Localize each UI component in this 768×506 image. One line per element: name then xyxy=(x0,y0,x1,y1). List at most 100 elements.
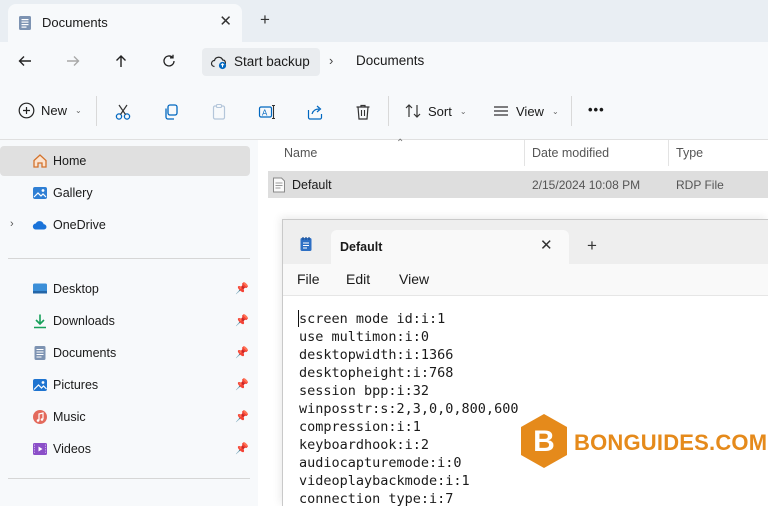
toolbar-divider xyxy=(571,96,572,126)
pin-icon[interactable]: 📌 xyxy=(235,378,249,391)
notepad-tab-default[interactable]: Default ✕ xyxy=(331,230,569,264)
forward-arrow-icon[interactable] xyxy=(62,50,84,72)
breadcrumb-current[interactable]: Documents xyxy=(356,53,424,68)
cut-icon[interactable] xyxy=(113,102,133,122)
new-label: New xyxy=(41,103,68,118)
close-tab-icon[interactable]: ✕ xyxy=(219,12,232,30)
menu-file[interactable]: File xyxy=(297,271,320,287)
breadcrumb-chevron-icon[interactable]: › xyxy=(329,53,333,68)
cloud-backup-icon xyxy=(210,54,228,73)
address-bar-row: Start backup › Documents xyxy=(0,42,768,82)
start-backup-label: Start backup xyxy=(234,54,310,69)
sidebar-item-documents[interactable]: Documents 📌 xyxy=(0,338,250,368)
sidebar-item-label: Desktop xyxy=(53,282,99,296)
new-button[interactable]: New ⌄ xyxy=(18,102,82,119)
sidebar-item-gallery[interactable]: Gallery xyxy=(0,178,250,208)
text-line: use multimon:i:0 xyxy=(299,329,430,345)
sidebar-divider xyxy=(8,478,250,479)
sort-label: Sort xyxy=(428,103,452,119)
close-tab-icon[interactable]: ✕ xyxy=(540,236,553,254)
up-arrow-icon[interactable] xyxy=(110,50,132,72)
copy-icon[interactable] xyxy=(161,102,181,122)
pin-icon[interactable]: 📌 xyxy=(235,410,249,423)
sidebar-item-downloads[interactable]: Downloads 📌 xyxy=(0,306,250,336)
music-icon xyxy=(32,409,48,425)
command-bar: New ⌄ A Sort ⌄ View ⌄ ••• xyxy=(0,82,768,140)
sidebar-item-label: Gallery xyxy=(53,186,93,200)
notepad-tab-title: Default xyxy=(340,240,383,254)
text-line: connection type:i:7 xyxy=(299,491,454,506)
paste-icon[interactable] xyxy=(209,102,229,122)
toolbar-divider xyxy=(96,96,97,126)
new-tab-icon[interactable]: + xyxy=(260,10,270,30)
chevron-down-icon: ⌄ xyxy=(75,106,82,115)
chevron-down-icon: ⌄ xyxy=(459,106,467,116)
text-line: desktopwidth:i:1366 xyxy=(299,347,454,363)
rename-icon[interactable]: A xyxy=(257,102,277,122)
sidebar-item-onedrive[interactable]: › OneDrive xyxy=(0,210,250,240)
start-backup-button[interactable]: Start backup xyxy=(202,48,320,76)
sidebar-item-label: Documents xyxy=(53,346,117,360)
file-row[interactable]: Default 2/15/2024 10:08 PM RDP File xyxy=(268,171,768,198)
text-line: screen mode id:i:1 xyxy=(299,311,446,327)
bonguides-logo-icon: B xyxy=(518,412,570,473)
text-line: keyboardhook:i:2 xyxy=(299,437,430,453)
sidebar-item-music[interactable]: Music 📌 xyxy=(0,402,250,432)
pin-icon[interactable]: 📌 xyxy=(235,314,249,327)
column-header-type[interactable]: Type xyxy=(676,146,703,160)
file-type: RDP File xyxy=(676,178,724,192)
plus-circle-icon xyxy=(18,102,35,119)
download-icon xyxy=(32,313,48,329)
sidebar-divider xyxy=(8,258,250,259)
text-line: audiocapturemode:i:0 xyxy=(299,455,462,471)
sidebar-item-home[interactable]: Home xyxy=(0,146,250,176)
sort-button[interactable]: Sort ⌄ xyxy=(404,102,467,120)
delete-icon[interactable] xyxy=(353,102,373,122)
file-date-modified: 2/15/2024 10:08 PM xyxy=(532,178,641,192)
document-icon xyxy=(32,345,48,361)
chevron-down-icon: ⌄ xyxy=(551,106,559,116)
notepad-text-area[interactable]: screen mode id:i:1 use multimon:i:0 desk… xyxy=(283,296,768,506)
new-tab-icon[interactable]: + xyxy=(587,236,597,256)
pin-icon[interactable]: 📌 xyxy=(235,346,249,359)
home-icon xyxy=(32,153,48,169)
more-options-icon[interactable]: ••• xyxy=(588,102,605,117)
sidebar-item-pictures[interactable]: Pictures 📌 xyxy=(0,370,250,400)
rdp-file-icon xyxy=(272,177,286,196)
pin-icon[interactable]: 📌 xyxy=(235,442,249,455)
navigation-pane: Home Gallery › OneDrive Desktop 📌 Downlo… xyxy=(0,140,258,506)
refresh-icon[interactable] xyxy=(158,50,180,72)
desktop-icon xyxy=(32,281,48,297)
pictures-icon xyxy=(32,377,48,393)
menu-view[interactable]: View xyxy=(399,271,429,287)
file-name: Default xyxy=(292,178,332,192)
share-icon[interactable] xyxy=(305,102,325,122)
sidebar-item-videos[interactable]: Videos 📌 xyxy=(0,434,250,464)
back-arrow-icon[interactable] xyxy=(14,50,36,72)
sidebar-item-label: OneDrive xyxy=(53,218,106,232)
watermark-text: BONGUIDES.COM xyxy=(574,430,768,455)
gallery-icon xyxy=(32,185,48,201)
text-line: winposstr:s:2,3,0,0,800,600 xyxy=(299,401,519,417)
svg-text:A: A xyxy=(262,109,268,118)
video-icon xyxy=(32,441,48,457)
text-line: compression:i:1 xyxy=(299,419,421,435)
notepad-tab-bar: Default ✕ + xyxy=(283,220,768,264)
menu-edit[interactable]: Edit xyxy=(346,271,370,287)
column-divider[interactable] xyxy=(668,140,669,166)
view-button[interactable]: View ⌄ xyxy=(492,102,559,120)
column-header-date-modified[interactable]: Date modified xyxy=(532,146,609,160)
column-divider[interactable] xyxy=(524,140,525,166)
column-header-name[interactable]: Name xyxy=(284,146,317,160)
pin-icon[interactable]: 📌 xyxy=(235,282,249,295)
chevron-right-icon[interactable]: › xyxy=(10,218,14,230)
sort-ascending-icon: ⌃ xyxy=(396,138,405,149)
sidebar-item-desktop[interactable]: Desktop 📌 xyxy=(0,274,250,304)
explorer-tab-documents[interactable]: Documents ✕ xyxy=(8,4,242,42)
cloud-icon xyxy=(32,217,48,233)
sidebar-item-label: Home xyxy=(53,154,87,168)
logo-letter: B xyxy=(533,425,555,458)
sidebar-item-label: Music xyxy=(53,410,86,424)
notepad-menu-bar: File Edit View xyxy=(283,264,768,296)
toolbar-divider xyxy=(388,96,389,126)
